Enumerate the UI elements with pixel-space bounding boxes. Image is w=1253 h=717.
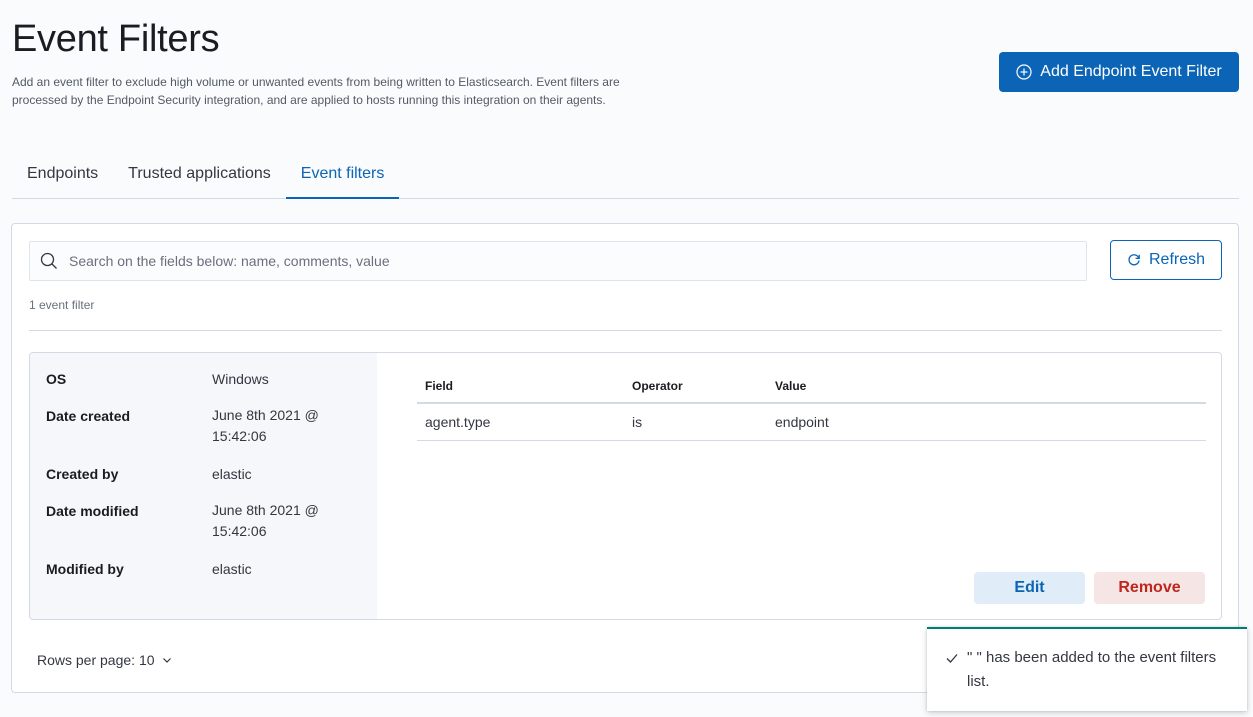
page-title: Event Filters	[12, 18, 220, 60]
detail-term-os: OS	[46, 371, 67, 387]
refresh-icon	[1128, 254, 1140, 266]
detail-term-modified-by: Modified by	[46, 561, 124, 577]
tab-event-filters[interactable]: Event filters	[285, 150, 400, 199]
detail-value-date-created: June 8th 2021 @ 15:42:06	[212, 407, 319, 444]
event-filter-count: 1 event filter	[29, 298, 95, 312]
remove-button[interactable]: Remove	[1094, 572, 1205, 604]
check-icon	[946, 654, 958, 663]
search-input[interactable]	[69, 253, 969, 269]
detail-term-date-modified: Date modified	[46, 503, 139, 519]
detail-value-os: Windows	[212, 371, 269, 387]
divider	[29, 330, 1222, 331]
plus-in-circle-icon	[1016, 64, 1032, 80]
add-button-label: Add Endpoint Event Filter	[1040, 63, 1222, 80]
search-icon	[40, 252, 57, 269]
page-description: Add an event filter to exclude high volu…	[12, 75, 620, 107]
cell-value: endpoint	[775, 414, 829, 430]
detail-value-date-modified: June 8th 2021 @ 15:42:06	[212, 502, 319, 539]
toast-message: " " has been added to the event filters …	[967, 649, 1217, 690]
rows-per-page-selector[interactable]: Rows per page: 10	[37, 652, 173, 668]
event-filters-panel: Refresh 1 event filter OS Windows Date c…	[11, 223, 1239, 693]
add-endpoint-event-filter-button[interactable]: Add Endpoint Event Filter	[999, 52, 1239, 92]
tab-endpoints[interactable]: Endpoints	[12, 150, 113, 199]
detail-value-created-by: elastic	[212, 466, 252, 482]
chevron-down-icon	[162, 658, 171, 663]
success-toast: " " has been added to the event filters …	[927, 627, 1247, 711]
cell-operator: is	[632, 414, 643, 430]
table-row: agent.type is endpoint	[417, 404, 1206, 441]
search-bar	[29, 241, 1087, 281]
column-header-operator: Operator	[632, 378, 683, 393]
column-header-field: Field	[425, 378, 454, 393]
detail-term-date-created: Date created	[46, 408, 131, 424]
details-list: OS Windows Date created June 8th 2021 @ …	[30, 353, 377, 619]
column-header-value: Value	[775, 378, 807, 393]
refresh-button[interactable]: Refresh	[1110, 240, 1222, 280]
detail-term-created-by: Created by	[46, 466, 119, 482]
criteria-table-header: Field Operator Value	[417, 369, 1206, 404]
event-filter-card: OS Windows Date created June 8th 2021 @ …	[29, 352, 1222, 620]
refresh-label: Refresh	[1148, 251, 1206, 268]
edit-button[interactable]: Edit	[974, 572, 1085, 604]
tab-trusted-applications[interactable]: Trusted applications	[113, 150, 286, 199]
detail-value-modified-by: elastic	[212, 561, 252, 577]
tab-bar: Endpoints Trusted applications Event fil…	[12, 150, 1239, 199]
rows-per-page-label: Rows per page: 10	[37, 652, 155, 668]
cell-field: agent.type	[425, 414, 491, 430]
criteria-table: Field Operator Value agent.type is endpo…	[417, 369, 1206, 441]
